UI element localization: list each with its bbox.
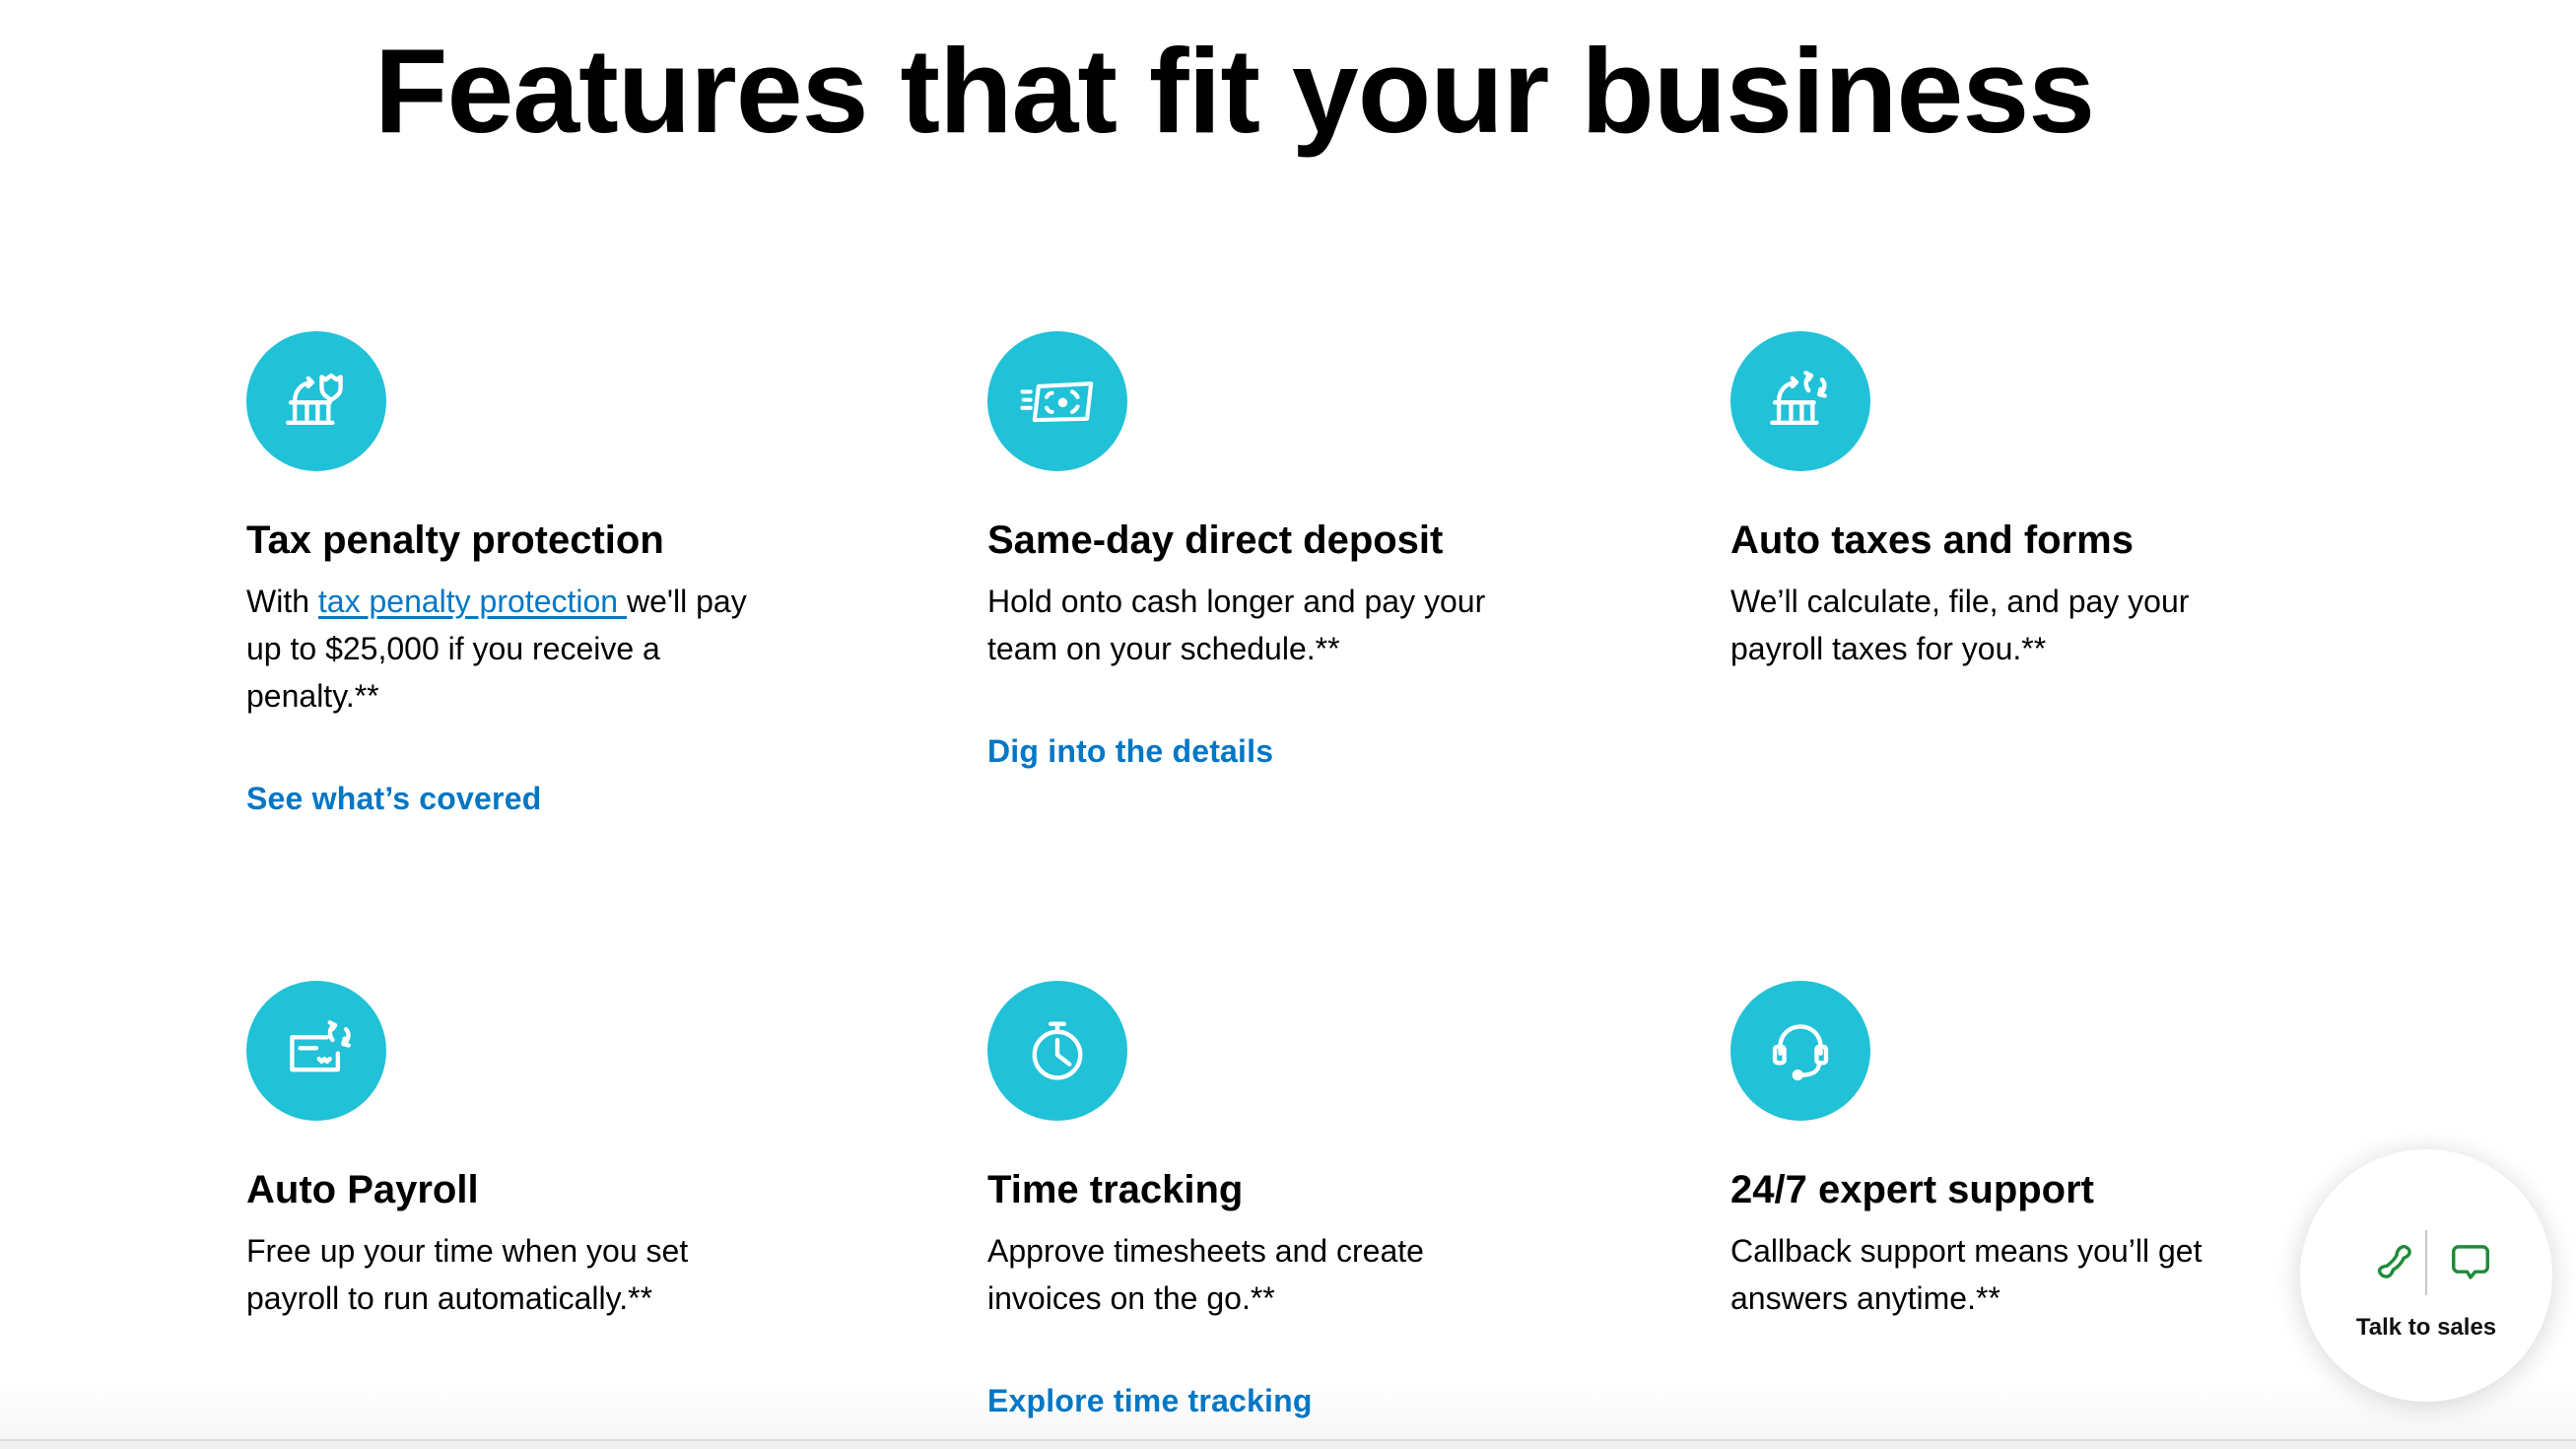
see-whats-covered-link[interactable]: See what’s covered xyxy=(246,777,541,820)
features-page: Features that fit your business Tax pena… xyxy=(0,0,2576,1449)
feature-description: With tax penalty protection we'll pay up… xyxy=(246,578,759,720)
description-text: With xyxy=(246,584,318,619)
feature-title: Auto taxes and forms xyxy=(1730,518,2134,562)
feature-description: Approve timesheets and create invoices o… xyxy=(987,1233,1424,1316)
check-refresh-icon xyxy=(246,981,386,1121)
feature-title: Same-day direct deposit xyxy=(987,518,1444,562)
call-sales-button[interactable] xyxy=(2361,1228,2430,1297)
explore-time-tracking-link[interactable]: Explore time tracking xyxy=(987,1379,1313,1422)
dig-into-details-link[interactable]: Dig into the details xyxy=(987,729,1273,773)
bank-refresh-icon xyxy=(1730,331,1870,471)
bottom-edge-bar xyxy=(0,1439,2576,1449)
chat-sales-button[interactable] xyxy=(2436,1228,2505,1297)
divider xyxy=(2425,1230,2427,1295)
feature-description: Callback support means you’ll get answer… xyxy=(1730,1233,2203,1316)
money-transfer-icon xyxy=(987,331,1127,471)
tax-penalty-protection-link[interactable]: tax penalty protection xyxy=(318,584,627,619)
talk-to-sales-label: Talk to sales xyxy=(2355,1314,2497,1341)
phone-icon xyxy=(2377,1244,2411,1278)
talk-to-sales-widget[interactable]: Talk to sales xyxy=(2300,1149,2552,1402)
sales-contact-options xyxy=(2300,1228,2552,1297)
headset-icon xyxy=(1730,981,1870,1121)
feature-description: Hold onto cash longer and pay your team … xyxy=(987,584,1486,666)
page-title: Features that fit your business xyxy=(373,24,2095,158)
feature-title: Tax penalty protection xyxy=(246,518,664,562)
bank-shield-icon xyxy=(246,331,386,471)
feature-description: We’ll calculate, file, and pay your payr… xyxy=(1730,584,2190,666)
chat-bubble-icon xyxy=(2452,1245,2489,1279)
feature-title: 24/7 expert support xyxy=(1730,1168,2095,1211)
feature-title: Auto Payroll xyxy=(246,1168,479,1211)
stopwatch-icon xyxy=(987,981,1127,1121)
feature-title: Time tracking xyxy=(987,1168,1244,1211)
feature-description: Free up your time when you set payroll t… xyxy=(246,1233,689,1316)
